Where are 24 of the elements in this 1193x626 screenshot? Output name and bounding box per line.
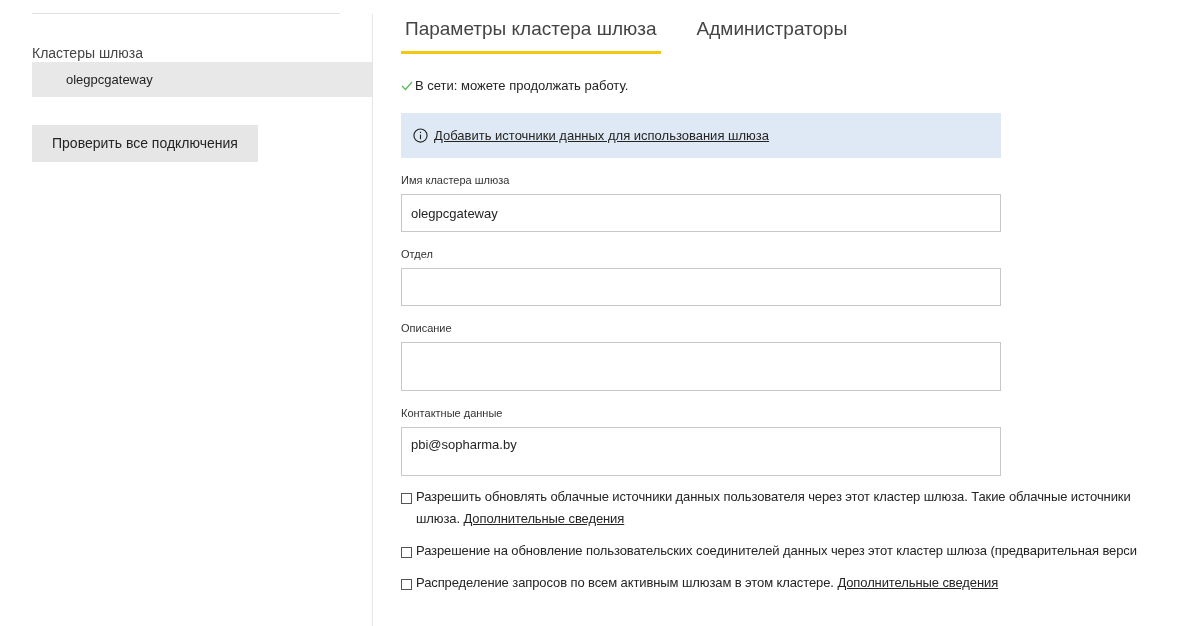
checkbox[interactable] <box>401 579 412 590</box>
more-info-link[interactable]: Дополнительные сведения <box>837 575 999 590</box>
input-field[interactable]: pbi@sopharma.by <box>401 427 1001 476</box>
option-text: Распределение запросов по всем активным шлюзам в этом кластере. Дополнительные сведения <box>416 574 999 592</box>
input-field[interactable] <box>401 342 1001 391</box>
option-text: Разрешение на обновление пользовательских соединителей данных через этот кластер шлюза (предварительная верси <box>416 542 1137 560</box>
checkbox[interactable] <box>401 547 412 558</box>
input-field[interactable]: olegpcgateway <box>401 194 1001 232</box>
field-label: Отдел <box>401 248 434 260</box>
field-label: Имя кластера шлюза <box>401 174 511 186</box>
checkbox[interactable] <box>401 493 412 504</box>
input-field[interactable] <box>401 268 1001 306</box>
test-connections-button[interactable]: Проверить все подключения <box>32 125 258 162</box>
section-title: Кластеры шлюза <box>32 45 144 61</box>
cluster-item[interactable]: olegpcgateway <box>32 62 372 97</box>
status-text: В сети: можете продолжать работу. <box>415 78 629 93</box>
info-icon <box>413 128 428 143</box>
field-label: Контактные данные <box>401 407 504 419</box>
add-data-sources-link[interactable]: Добавить источники данных для использования шлюза <box>434 128 769 143</box>
tab[interactable]: Администраторы <box>692 18 852 54</box>
more-info-link[interactable]: Дополнительные сведения <box>463 511 625 526</box>
tab[interactable]: Параметры кластера шлюза <box>401 18 661 54</box>
option-text: Разрешить обновлять облачные источники данных пользователя через этот кластер шлюза. Такие облачные источники шлюза. Дополнительные сведения <box>416 488 1131 528</box>
field-label: Описание <box>401 322 453 334</box>
